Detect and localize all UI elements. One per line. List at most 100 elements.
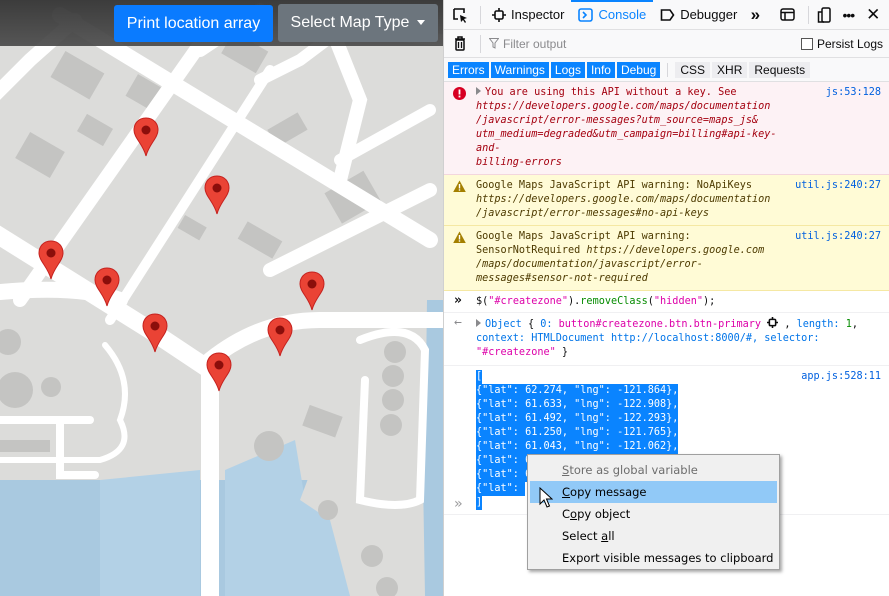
prompt-chevron-icon: » (454, 496, 463, 512)
console-filter-bar: Filter output Persist Logs (444, 30, 889, 58)
filter-funnel-icon (489, 38, 499, 49)
result-token: length: (796, 319, 840, 330)
message-source-link[interactable]: util.js:240:27 (795, 230, 881, 244)
menu-text: py object (577, 507, 631, 521)
result-token: context: (476, 333, 526, 344)
filter-css-button[interactable]: CSS (675, 61, 711, 78)
menu-item-select-all[interactable]: Select all (530, 525, 777, 547)
command-token: ); (702, 296, 716, 307)
select-map-type-button[interactable]: Select Map Type (278, 4, 438, 42)
log-line: {"lat": 61.250, "lng": -121.765}, (476, 426, 679, 440)
log-line: {"lat": (476, 482, 526, 496)
map-marker-pin-icon[interactable] (142, 313, 168, 353)
result-element-link[interactable]: button#createzone.btn.btn-primary (559, 319, 761, 330)
console-warning-message: util.js:240:27 Google Maps JavaScript AP… (444, 226, 889, 291)
menu-text: Export visible messages to clipboard (562, 551, 774, 565)
error-link[interactable]: https://developers.google.com/maps/docum… (476, 100, 796, 114)
trash-icon[interactable] (444, 31, 476, 57)
console-input-prompt[interactable]: » (454, 496, 462, 512)
command-token: $( (476, 296, 489, 307)
filter-info-button[interactable]: Info (586, 61, 615, 78)
result-token: , (778, 319, 797, 330)
warning-link[interactable]: https://developers.google.com/maps/docum… (476, 193, 796, 207)
more-tabs-chevron-icon[interactable]: » (744, 0, 766, 30)
result-token: selector: (764, 333, 820, 344)
persist-logs-label: Persist Logs (816, 36, 883, 51)
filter-errors-button[interactable]: Errors (448, 61, 489, 78)
persist-logs-checkbox[interactable] (800, 37, 813, 50)
tab-inspector-label: Inspector (511, 7, 565, 22)
map-marker-pin-icon[interactable] (299, 271, 325, 311)
message-source-link[interactable]: util.js:240:27 (795, 179, 881, 193)
menu-text: C (562, 507, 571, 521)
error-link[interactable]: /javascript/error-messages?utm_source=ma… (476, 114, 796, 128)
menu-item-copy-object[interactable]: Copy object (530, 503, 777, 525)
result-token: { (527, 319, 541, 330)
menu-item-export-visible[interactable]: Export visible messages to clipboard (530, 547, 777, 569)
map-marker-pin-icon[interactable] (267, 317, 293, 357)
filter-placeholder: Filter output (503, 36, 567, 51)
filter-debug-button[interactable]: Debug (616, 61, 661, 78)
error-icon (453, 87, 466, 100)
map-marker-pin-icon[interactable] (204, 175, 230, 215)
expand-twisty-icon[interactable] (476, 87, 481, 95)
menu-item-store-global[interactable]: Store as global variable (530, 459, 777, 481)
more-options-icon[interactable]: ••• (835, 0, 861, 30)
error-link[interactable]: billing-errors (476, 156, 796, 170)
expand-twisty-icon[interactable] (476, 319, 481, 327)
message-source-link[interactable]: js:53:128 (826, 86, 881, 100)
message-source-link[interactable]: app.js:528:11 (801, 370, 881, 384)
filter-output-input[interactable]: Filter output (485, 31, 801, 57)
warning-link[interactable]: https://developers.google.com (586, 245, 764, 256)
filter-xhr-button[interactable]: XHR (712, 61, 748, 78)
toolbar-separator (480, 34, 481, 53)
land-area (0, 430, 95, 475)
warning-link[interactable]: /maps/documentation/javascript/error- (476, 258, 796, 272)
filter-logs-button[interactable]: Logs (550, 61, 585, 78)
map-pane[interactable]: Print location array Select Map Type (0, 0, 443, 596)
map-marker-pin-icon[interactable] (38, 240, 64, 280)
log-line: {"lat": 61.492, "lng": -122.293}, (476, 412, 679, 426)
tab-console[interactable]: Console (571, 0, 653, 30)
command-token: removeClass (580, 296, 648, 307)
map-marker-pin-icon[interactable] (206, 352, 232, 392)
map-canvas[interactable] (0, 0, 443, 596)
map-marker-pin-icon[interactable] (94, 267, 120, 307)
print-location-array-button[interactable]: Print location array (114, 5, 273, 42)
toolbar-separator (480, 5, 481, 24)
result-token: "#createzone" (476, 347, 556, 358)
filter-requests-button[interactable]: Requests (749, 61, 811, 78)
menu-text: Select (562, 529, 602, 543)
menu-item-copy-message[interactable]: Copy message (530, 481, 777, 503)
close-icon[interactable]: ✕ (861, 0, 885, 30)
tab-debugger[interactable]: Debugger (653, 0, 744, 30)
warning-link[interactable]: messages#sensor-not-required (476, 272, 796, 286)
command-token: ). (568, 296, 581, 307)
dock-layout-icon[interactable] (770, 0, 804, 30)
log-level-filters: Errors Warnings Logs Info Debug CSS XHR … (444, 58, 889, 82)
console-icon (578, 7, 594, 22)
console-warning-message: util.js:240:27 Google Maps JavaScript AP… (444, 175, 889, 226)
warning-link[interactable]: /javascript/error-messages#no-api-keys (476, 207, 796, 221)
caret-down-icon (417, 19, 426, 25)
responsive-design-icon[interactable] (813, 0, 835, 30)
map-marker-pin-icon[interactable] (133, 117, 159, 157)
filter-warnings-button[interactable]: Warnings (490, 61, 549, 78)
error-link[interactable]: utm_medium=degraded&utm_campaign=billing… (476, 128, 796, 156)
command-prompt-icon: » (454, 293, 462, 308)
console-output: js:53:128 You are using this API without… (444, 82, 889, 515)
result-token: 0: (540, 319, 553, 330)
warning-text: Google Maps JavaScript API warning: (476, 231, 691, 242)
devtools-toolbar: Inspector Console Debugger » ••• ✕ (444, 0, 889, 30)
persist-logs-toggle[interactable]: Persist Logs (800, 36, 883, 51)
menu-text: ll (608, 529, 615, 543)
tab-inspector[interactable]: Inspector (485, 0, 571, 30)
element-picker-icon[interactable] (444, 0, 476, 30)
result-token: , (851, 319, 858, 330)
error-text: You are using this API without a key. Se… (485, 87, 737, 98)
inspect-node-icon[interactable] (767, 317, 779, 328)
log-line: {"lat": 62.274, "lng": -121.864}, (476, 384, 679, 398)
result-object-label[interactable]: Object (485, 319, 522, 330)
console-result-message: ← Object { 0: button#createzone.btn.btn-… (444, 313, 889, 366)
select-map-type-label: Select Map Type (290, 14, 410, 31)
